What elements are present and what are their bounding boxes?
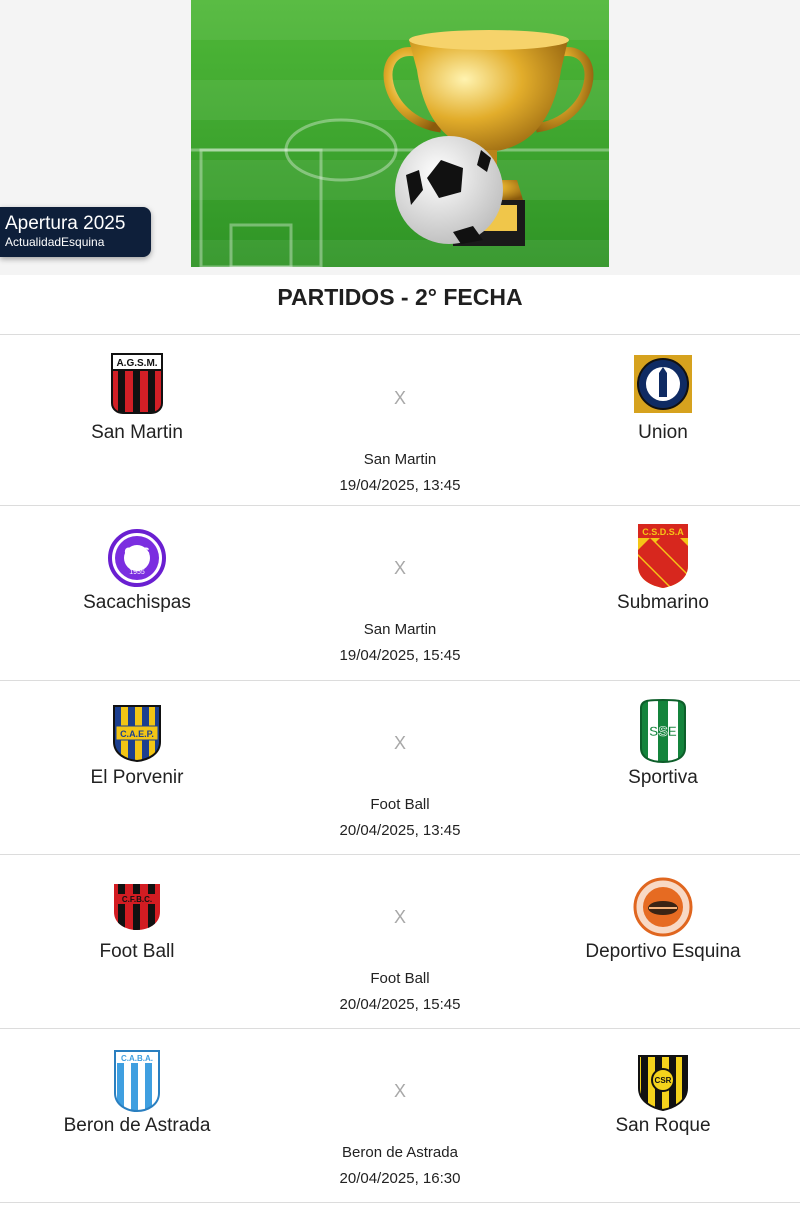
match-venue: San Martin (363, 451, 437, 468)
shield-icon (526, 875, 800, 939)
match-venue: Foot Ball (370, 970, 430, 987)
shield-icon: C.A.B.A. (0, 1049, 274, 1113)
away-team-name: Union (638, 422, 688, 443)
shield-icon: C.S.D.S.A (526, 524, 800, 588)
match-row[interactable]: C.A.B.A. Beron de Astrada X CSR San Roqu… (0, 1029, 800, 1203)
away-team-name: Submarino (617, 592, 709, 613)
shield-icon: SSE (526, 699, 800, 764)
versus-separator: X (393, 1081, 406, 1101)
away-team-name: San Roque (615, 1115, 711, 1136)
crest-label: CSR (655, 1076, 672, 1085)
crest-year: 1955 (129, 569, 145, 576)
tournament-badge: Apertura 2025 ActualidadEsquina (0, 207, 151, 257)
crest-label: A.G.S.M. (116, 358, 157, 369)
match-row[interactable]: CAS 1955 Sacachispas X C.S.D.S.A Submari… (0, 506, 800, 681)
versus-separator: X (393, 558, 406, 578)
crest-label: C.A.E.P. (120, 729, 154, 739)
away-team-name: Sportiva (628, 767, 698, 788)
badge-title: Apertura 2025 (5, 213, 126, 234)
match-venue: San Martin (363, 621, 437, 638)
shield-icon: C.F.B.C. (0, 875, 274, 939)
shield-icon (526, 352, 800, 416)
shield-icon: CSR (526, 1051, 800, 1115)
crest-label: CAS (124, 545, 149, 559)
crest-label: C.F.B.C. (122, 895, 152, 904)
home-team-name: San Martin (91, 422, 183, 443)
page-title: PARTIDOS - 2° FECHA (0, 275, 800, 335)
away-team-name: Deportivo Esquina (585, 941, 741, 962)
versus-separator: X (393, 907, 406, 927)
match-datetime: 19/04/2025, 13:45 (339, 477, 461, 494)
crest-label: C.A.B.A. (121, 1054, 153, 1063)
match-venue: Beron de Astrada (342, 1144, 458, 1161)
match-row[interactable]: A.G.S.M. San Martin X Union San Martin 1… (0, 336, 800, 506)
shield-icon: C.A.E.P. (0, 701, 274, 765)
header-banner: Apertura 2025 ActualidadEsquina (0, 0, 800, 275)
versus-separator: X (393, 733, 406, 753)
home-team-name: Beron de Astrada (63, 1115, 211, 1136)
match-row[interactable]: C.F.B.C. Foot Ball X Deportivo Esquina F… (0, 855, 800, 1029)
crest-label: C.S.D.S.A (642, 527, 684, 537)
match-venue: Foot Ball (370, 796, 430, 813)
versus-separator: X (393, 388, 406, 408)
home-team-name: Foot Ball (99, 941, 175, 962)
match-datetime: 20/04/2025, 16:30 (339, 1170, 461, 1187)
badge-subtitle: ActualidadEsquina (5, 235, 105, 249)
shield-icon: CAS 1955 (0, 526, 274, 590)
home-team-name: Sacachispas (83, 592, 191, 613)
trophy-banner-image (191, 0, 609, 267)
shield-icon: A.G.S.M. (0, 352, 274, 416)
crest-label: SSE (649, 723, 677, 739)
match-datetime: 20/04/2025, 13:45 (339, 822, 461, 839)
match-row[interactable]: C.A.E.P. El Porvenir X SSE Sportiva Foot… (0, 681, 800, 855)
match-datetime: 20/04/2025, 15:45 (339, 996, 461, 1013)
home-team-name: El Porvenir (90, 767, 184, 788)
match-datetime: 19/04/2025, 15:45 (339, 647, 461, 664)
